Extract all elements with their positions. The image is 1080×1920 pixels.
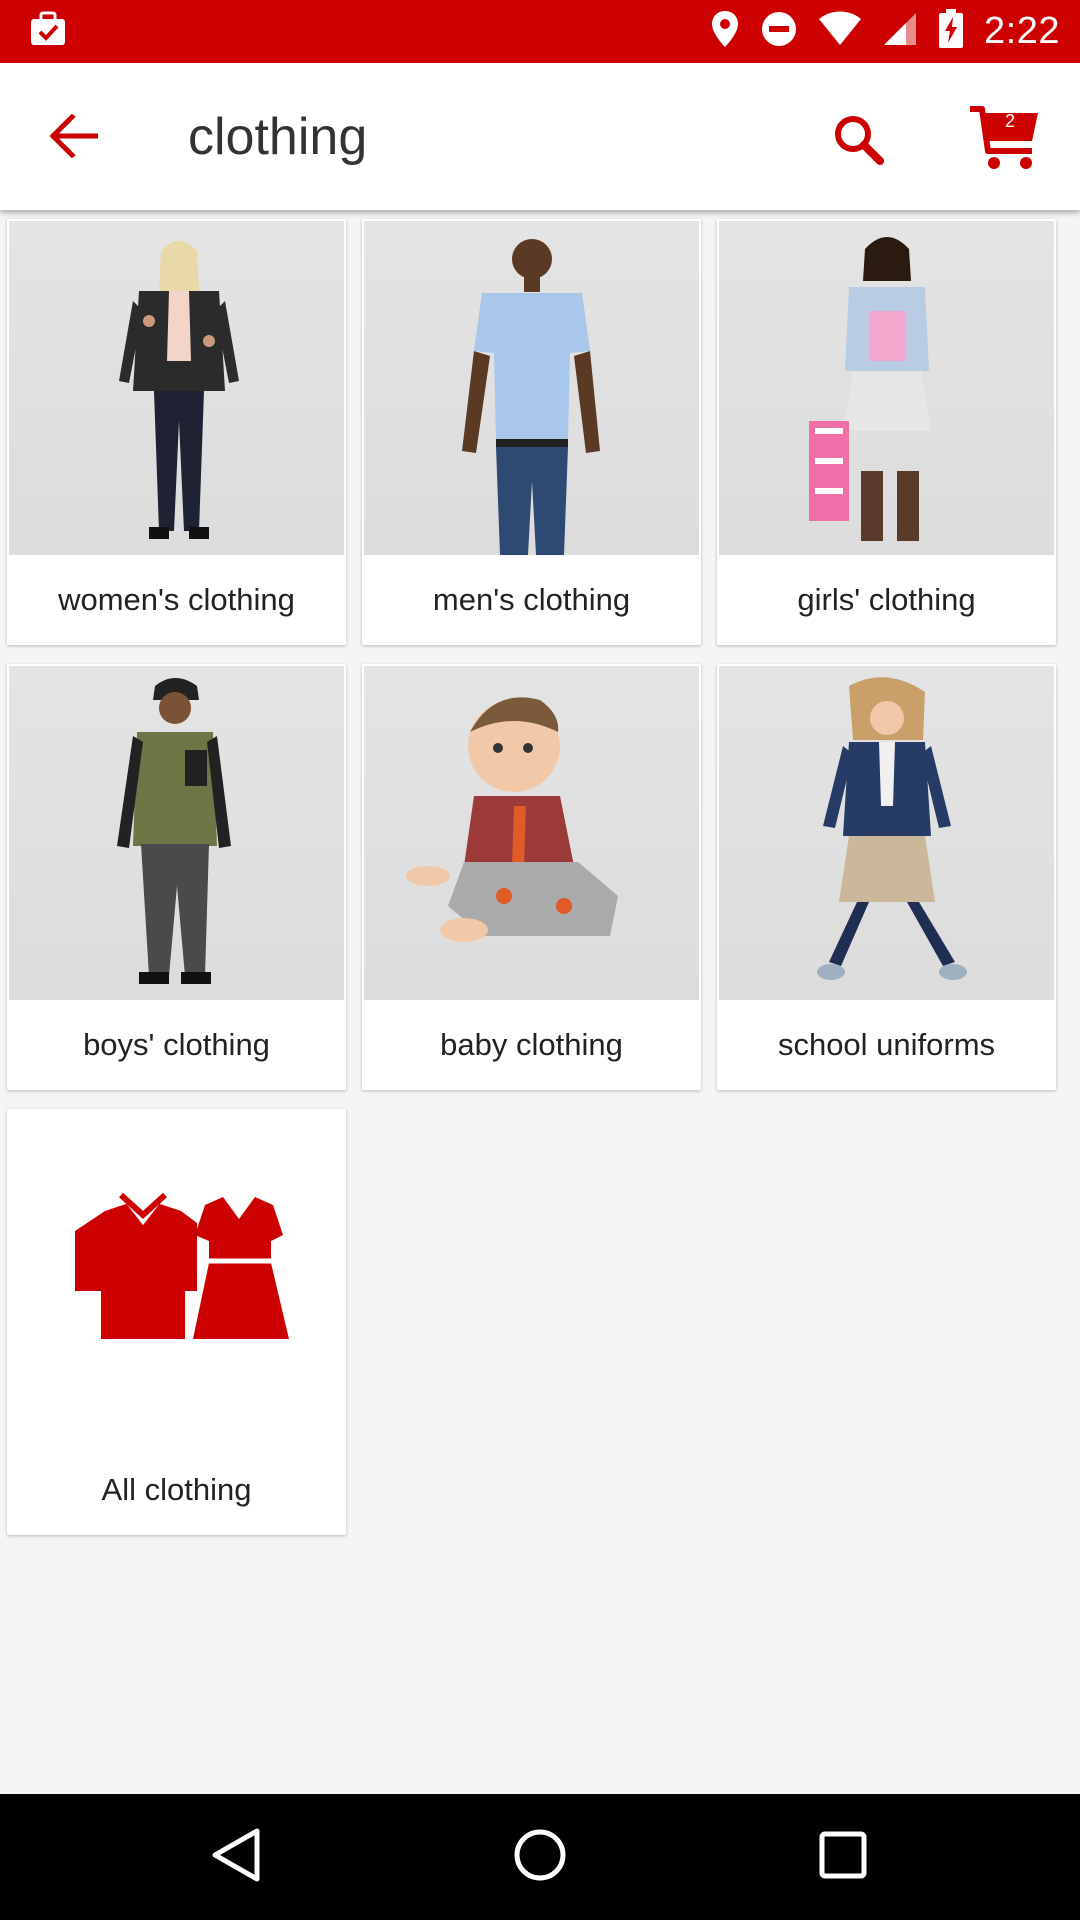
- search-button[interactable]: [820, 103, 896, 179]
- boy-model-photo: [9, 666, 344, 1000]
- tile-label: women's clothing: [58, 582, 295, 617]
- cart-count-badge: 2: [1004, 111, 1015, 131]
- status-icons: 2:22: [710, 9, 1060, 54]
- tile-label: girls' clothing: [797, 582, 976, 617]
- clothing-icon: [9, 1111, 344, 1445]
- status-bar: 2:22: [0, 0, 1080, 63]
- tile-label: All clothing: [101, 1472, 252, 1507]
- back-button[interactable]: [40, 105, 106, 171]
- signal-icon: [882, 11, 918, 52]
- recents-square-icon: [817, 1829, 869, 1886]
- cart-button[interactable]: 2: [966, 99, 1050, 183]
- tile-label: men's clothing: [432, 582, 631, 617]
- app-bar: clothing 2: [0, 63, 1080, 210]
- nav-recents-button[interactable]: [808, 1822, 878, 1892]
- category-tile-baby[interactable]: baby clothing: [362, 664, 701, 1090]
- category-tile-mens[interactable]: men's clothing: [362, 219, 701, 645]
- briefcase-check-icon: [28, 9, 68, 54]
- baby-model-photo: [364, 666, 699, 1000]
- battery-charging-icon: [938, 9, 964, 54]
- wifi-icon: [818, 11, 862, 52]
- page-title: clothing: [188, 108, 368, 166]
- arrow-back-icon: [48, 112, 99, 163]
- category-tile-womens[interactable]: women's clothing: [7, 219, 346, 645]
- location-icon: [710, 10, 740, 53]
- girl-model-photo: [719, 221, 1054, 555]
- nav-back-button[interactable]: [201, 1822, 271, 1892]
- tile-label: school uniforms: [777, 1027, 996, 1062]
- back-triangle-icon: [209, 1827, 263, 1888]
- category-tile-school-uniforms[interactable]: school uniforms: [717, 664, 1056, 1090]
- category-tile-all-clothing[interactable]: All clothing: [7, 1109, 346, 1535]
- system-nav-bar: [0, 1794, 1080, 1920]
- man-model-photo: [364, 221, 699, 555]
- category-tile-girls[interactable]: girls' clothing: [717, 219, 1056, 645]
- nav-home-button[interactable]: [505, 1822, 575, 1892]
- search-icon: [832, 113, 884, 170]
- tile-label: baby clothing: [440, 1027, 623, 1062]
- do-not-disturb-icon: [760, 10, 798, 53]
- home-circle-icon: [512, 1827, 568, 1888]
- school-uniform-model-photo: [719, 666, 1054, 1000]
- category-tile-boys[interactable]: boys' clothing: [7, 664, 346, 1090]
- status-time: 2:22: [984, 10, 1060, 52]
- woman-model-photo: [9, 221, 344, 555]
- tile-label: boys' clothing: [83, 1027, 270, 1062]
